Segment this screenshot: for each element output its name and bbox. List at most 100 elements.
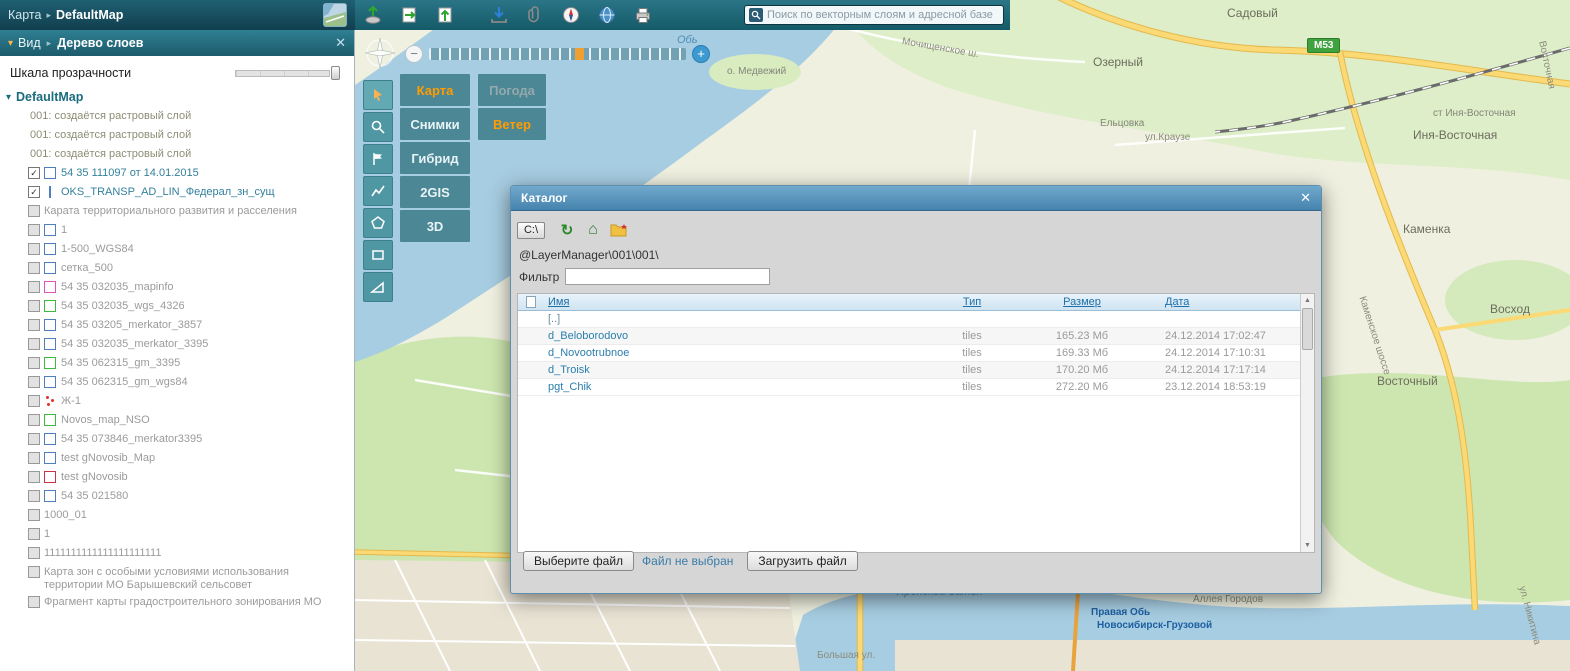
zoom-track[interactable]: [429, 48, 686, 60]
file-row[interactable]: d_Beloborodovotiles165.23 Мб24.12.2014 1…: [518, 328, 1300, 345]
layer-checkbox[interactable]: [28, 357, 40, 369]
file-name[interactable]: d_Novootrubnoe: [544, 347, 927, 359]
print-icon[interactable]: [630, 2, 656, 28]
file-name[interactable]: pgt_Chik: [544, 381, 927, 393]
layer-checkbox[interactable]: [28, 490, 40, 502]
scrollbar-thumb[interactable]: [1302, 308, 1313, 350]
opacity-slider-track[interactable]: [235, 70, 330, 77]
layer-checkbox[interactable]: [28, 433, 40, 445]
column-header-date[interactable]: Дата: [1147, 296, 1314, 308]
atlas-icon[interactable]: [594, 2, 620, 28]
layer-checkbox[interactable]: [28, 596, 40, 608]
polygon-tool[interactable]: [363, 208, 393, 238]
base-layer-button[interactable]: Снимки: [400, 108, 470, 140]
profile-tool[interactable]: [363, 272, 393, 302]
refresh-icon[interactable]: ↻: [557, 220, 577, 240]
layer-tree-item[interactable]: 54 35 032035_wgs_4326: [28, 298, 354, 317]
layer-checkbox[interactable]: [28, 224, 40, 236]
collapse-icon[interactable]: ▾: [6, 92, 11, 103]
layer-checkbox[interactable]: [28, 395, 40, 407]
layer-tree-item[interactable]: test gNovosib_Map: [28, 450, 354, 469]
column-header-size[interactable]: Размер: [1017, 296, 1147, 308]
close-dialog-icon[interactable]: ✕: [1300, 190, 1311, 206]
layer-tree-item[interactable]: 54 35 021580: [28, 488, 354, 507]
export-image-icon[interactable]: [396, 2, 422, 28]
layer-tree-item[interactable]: 1-500_WGS84: [28, 241, 354, 260]
layer-tree-item[interactable]: 001: создаётся растровый слой: [28, 108, 354, 127]
layer-checkbox[interactable]: [28, 319, 40, 331]
opacity-slider[interactable]: [235, 66, 340, 80]
layer-checkbox[interactable]: [28, 281, 40, 293]
choose-file-button[interactable]: Выберите файл: [523, 551, 634, 571]
layer-tree-item[interactable]: Ж-1: [28, 393, 354, 412]
layer-tree-item[interactable]: 54 35 073846_merkator3395: [28, 431, 354, 450]
layer-tree-item[interactable]: ✓OKS_TRANSP_AD_LIN_Федерал_зн_сущ: [28, 184, 354, 203]
layer-tree-item[interactable]: 54 35 062315_gm_3395: [28, 355, 354, 374]
chevron-down-icon[interactable]: ▾: [8, 38, 13, 49]
layer-tree-item[interactable]: 54 35 062315_gm_wgs84: [28, 374, 354, 393]
scroll-down-icon[interactable]: ▼: [1301, 539, 1314, 552]
file-list-scrollbar[interactable]: ▲ ▼: [1300, 294, 1314, 552]
select-arrow-tool[interactable]: [363, 80, 393, 110]
file-row[interactable]: d_Troisktiles170.20 Мб24.12.2014 17:17:1…: [518, 362, 1300, 379]
file-name[interactable]: d_Troisk: [544, 364, 927, 376]
layer-tree-item[interactable]: Novos_map_NSO: [28, 412, 354, 431]
base-layer-button[interactable]: Гибрид: [400, 142, 470, 174]
upload-file-button[interactable]: Загрузить файл: [747, 551, 857, 571]
layer-tree-item[interactable]: 1: [28, 222, 354, 241]
column-header-name[interactable]: Имя: [544, 296, 927, 308]
layer-checkbox[interactable]: [28, 471, 40, 483]
zoom-level-marker[interactable]: [575, 48, 584, 60]
column-header-type[interactable]: Тип: [927, 296, 1017, 308]
overlay-button[interactable]: Ветер: [478, 108, 546, 140]
layer-tree-item[interactable]: сетка_500: [28, 260, 354, 279]
layer-tree-item[interactable]: test gNovosib: [28, 469, 354, 488]
add-raster-layer-icon[interactable]: [360, 2, 386, 28]
attach-file-icon[interactable]: [522, 2, 548, 28]
layer-tree-item[interactable]: 1: [28, 526, 354, 545]
search-input[interactable]: [767, 9, 999, 21]
layer-checkbox[interactable]: [28, 262, 40, 274]
zoom-slider[interactable]: − +: [405, 44, 710, 64]
map-preview-icon[interactable]: [323, 3, 347, 27]
layer-checkbox[interactable]: [28, 528, 40, 540]
layer-tree-item[interactable]: Карата территориального развития и рассе…: [28, 203, 354, 222]
map-menu[interactable]: Карта: [8, 8, 41, 22]
layer-checkbox[interactable]: [28, 300, 40, 312]
close-panel-icon[interactable]: ✕: [335, 35, 346, 51]
search-box[interactable]: [744, 5, 1004, 25]
layer-checkbox[interactable]: ✓: [28, 167, 40, 179]
layer-checkbox[interactable]: [28, 566, 40, 578]
file-row[interactable]: d_Novootrubnoetiles169.33 Мб24.12.2014 1…: [518, 345, 1300, 362]
base-layer-button[interactable]: 2GIS: [400, 176, 470, 208]
overlay-button[interactable]: Погода: [478, 74, 546, 106]
layer-checkbox[interactable]: [28, 414, 40, 426]
zoom-out-button[interactable]: −: [405, 45, 423, 63]
layer-tree-item[interactable]: 54 35 03205_merkator_3857: [28, 317, 354, 336]
tree-root-label[interactable]: DefaultMap: [16, 90, 83, 104]
home-icon[interactable]: ⌂: [583, 220, 603, 240]
layer-checkbox[interactable]: [28, 205, 40, 217]
scroll-up-icon[interactable]: ▲: [1301, 294, 1314, 307]
layer-tree-item[interactable]: 1000_01: [28, 507, 354, 526]
layer-checkbox[interactable]: [28, 243, 40, 255]
view-menu[interactable]: Вид: [18, 36, 41, 50]
zoom-tool[interactable]: [363, 112, 393, 142]
drive-c-button[interactable]: C:\: [517, 222, 545, 239]
export-layer-icon[interactable]: [432, 2, 458, 28]
tree-root-row[interactable]: ▾ DefaultMap: [0, 86, 354, 106]
file-row-up[interactable]: [..]: [518, 311, 1300, 328]
layer-tree-item[interactable]: 54 35 032035_mapinfo: [28, 279, 354, 298]
layer-tree-item[interactable]: 001: создаётся растровый слой: [28, 127, 354, 146]
layer-tree-item[interactable]: 1111111111111111111111: [28, 545, 354, 564]
layer-checkbox[interactable]: [28, 509, 40, 521]
filter-input[interactable]: [565, 268, 770, 285]
layer-tree-item[interactable]: 54 35 032035_merkator_3395: [28, 336, 354, 355]
opacity-slider-handle[interactable]: [331, 66, 340, 80]
file-name[interactable]: [..]: [544, 313, 927, 325]
layer-tree-item[interactable]: Фрагмент карты градостроительного зониро…: [28, 594, 354, 613]
layer-checkbox[interactable]: [28, 376, 40, 388]
file-row[interactable]: pgt_Chiktiles272.20 Мб23.12.2014 18:53:1…: [518, 379, 1300, 396]
layer-checkbox[interactable]: [28, 452, 40, 464]
layer-tree-item[interactable]: Карта зон с особыми условиями использова…: [28, 564, 354, 594]
